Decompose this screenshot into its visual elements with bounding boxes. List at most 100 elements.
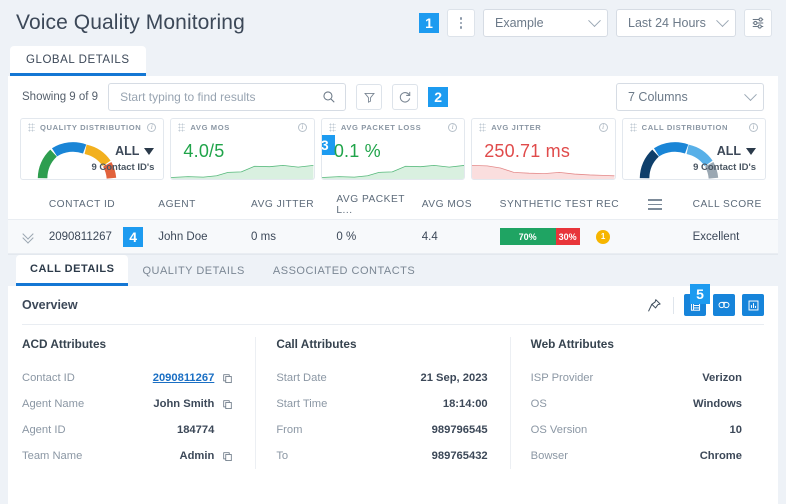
pin-button[interactable] xyxy=(645,296,663,314)
attr-value: Chrome xyxy=(699,450,742,462)
card-title: AVG JITTER xyxy=(491,123,542,132)
card-title: CALL DISTRIBUTION xyxy=(641,123,729,132)
kebab-menu-button[interactable] xyxy=(447,9,475,37)
th-rec[interactable]: REC xyxy=(596,199,648,210)
card-header: AVG PACKET LOSS i xyxy=(322,119,464,136)
audio-button[interactable] xyxy=(713,294,735,316)
example-select[interactable]: Example xyxy=(483,9,608,37)
triangle-down-icon xyxy=(746,147,757,155)
attr-value: 184774 xyxy=(176,424,215,436)
info-icon[interactable]: i xyxy=(749,123,759,132)
attr-key: OS xyxy=(530,398,547,410)
copy-icon[interactable] xyxy=(222,399,233,410)
th-contact-id[interactable]: CONTACT ID xyxy=(49,199,158,210)
card-call-distribution[interactable]: CALL DISTRIBUTION i ALL 9 Contact ID's xyxy=(621,118,767,180)
web-attributes-heading: Web Attributes xyxy=(530,337,614,351)
quality-scope-label: ALL xyxy=(115,144,140,158)
avg-mos-sparkline xyxy=(171,165,314,179)
drag-grip-icon[interactable] xyxy=(28,123,35,132)
th-call-score[interactable]: CALL SCORE xyxy=(693,199,778,210)
attr-value-contact-id[interactable]: 2090811267 xyxy=(153,372,215,384)
th-agent[interactable]: AGENT xyxy=(158,199,251,210)
synthetic-test-bar: 70% 30% xyxy=(499,228,580,245)
cell-avg-jitter: 0 ms xyxy=(251,230,276,243)
chart-button[interactable] xyxy=(742,294,764,316)
call-scope-dropdown[interactable]: ALL xyxy=(693,144,757,158)
th-avg-mos[interactable]: AVG MOS xyxy=(422,199,500,210)
th-avg-jitter[interactable]: AVG JITTER xyxy=(251,199,336,210)
attr-key: Agent ID xyxy=(22,424,66,436)
drag-grip-icon[interactable] xyxy=(328,123,336,132)
annotation-marker-2: 2 xyxy=(428,87,449,107)
card-body: ALL 9 Contact ID's xyxy=(21,136,163,179)
info-icon[interactable]: i xyxy=(297,123,307,132)
chart-icon xyxy=(748,300,758,310)
attribute-row: OS Version 10 xyxy=(531,417,742,443)
settings-button[interactable] xyxy=(744,9,772,37)
contact-id-value: 2090811267 xyxy=(48,230,112,243)
table-row[interactable]: 2090811267 4 John Doe 0 ms 0 % 4.4 70% 3… xyxy=(8,220,778,254)
cell-rec: 1 xyxy=(596,229,648,244)
time-range-value: Last 24 Hours xyxy=(628,16,706,30)
attribute-row: From 989796545 xyxy=(276,417,487,443)
filter-button[interactable] xyxy=(356,84,383,110)
info-icon[interactable]: i xyxy=(598,123,608,132)
search-input[interactable] xyxy=(120,90,323,104)
tab-quality-details[interactable]: QUALITY DETAILS xyxy=(128,255,258,286)
card-quality-distribution[interactable]: QUALITY DISTRIBUTION i ALL 9 Contact ID'… xyxy=(20,118,165,180)
results-table: CONTACT ID AGENT AVG JITTER AVG PACKET L… xyxy=(8,190,778,254)
attr-value: Admin xyxy=(179,450,215,462)
card-avg-packet-loss[interactable]: 3 AVG PACKET LOSS i 0.1 % xyxy=(320,118,466,180)
attribute-row: Bowser Chrome xyxy=(531,443,742,469)
info-icon[interactable]: i xyxy=(448,123,458,132)
th-synthetic-test[interactable]: SYNTHETIC TEST xyxy=(500,199,596,210)
time-range-select[interactable]: Last 24 Hours xyxy=(616,9,736,37)
attr-key: Start Date xyxy=(276,372,327,384)
th-avg-packet-loss[interactable]: AVG PACKET L... xyxy=(336,194,421,216)
attr-key: To xyxy=(276,450,289,462)
overview-title: Overview xyxy=(22,298,78,312)
card-header: CALL DISTRIBUTION i xyxy=(623,119,765,136)
attr-value: 989765432 xyxy=(431,450,488,462)
quality-distribution-summary: ALL 9 Contact ID's xyxy=(91,144,155,173)
example-select-value: Example xyxy=(495,16,544,30)
action-divider xyxy=(673,296,674,314)
row-expand-button[interactable] xyxy=(8,231,49,242)
filter-bar: Showing 9 of 9 2 7 xyxy=(8,76,778,118)
attr-key: From xyxy=(276,424,303,436)
refresh-button[interactable] xyxy=(392,84,419,110)
quality-scope-dropdown[interactable]: ALL xyxy=(91,144,155,158)
card-body: 4.0/5 xyxy=(171,136,314,179)
attr-value: John Smith xyxy=(153,398,215,410)
tab-call-details[interactable]: CALL DETAILS xyxy=(16,255,129,286)
th-column-menu[interactable] xyxy=(648,199,693,210)
card-avg-jitter[interactable]: AVG JITTER i 250.71 ms xyxy=(471,118,616,180)
attr-value: 18:14:00 xyxy=(442,398,488,410)
attribute-row: Agent ID 184774 xyxy=(22,417,233,443)
call-scope-label: ALL xyxy=(716,144,742,158)
hamburger-icon xyxy=(648,199,693,210)
drag-grip-icon[interactable] xyxy=(479,123,487,132)
search-box[interactable] xyxy=(108,83,347,111)
drag-grip-icon[interactable] xyxy=(629,123,637,132)
annotation-marker-1: 1 xyxy=(419,13,439,33)
tab-global-details[interactable]: GLOBAL DETAILS xyxy=(10,46,146,76)
annotation-marker-4: 4 xyxy=(123,226,144,247)
info-icon[interactable]: i xyxy=(147,123,157,132)
drag-grip-icon[interactable] xyxy=(178,123,186,132)
attr-key: Start Time xyxy=(276,398,328,410)
refresh-icon xyxy=(399,91,411,103)
kebab-menu-icon xyxy=(459,17,463,29)
columns-select[interactable]: 7 Columns xyxy=(616,83,764,111)
card-body: ALL 9 Contact ID's xyxy=(623,136,765,179)
search-icon xyxy=(323,91,335,103)
acd-attributes-heading: ACD Attributes xyxy=(22,337,107,351)
tab-associated-contacts[interactable]: ASSOCIATED CONTACTS xyxy=(259,255,429,286)
rec-badge[interactable]: 1 xyxy=(596,229,611,244)
copy-icon[interactable] xyxy=(222,373,233,384)
card-title: AVG MOS xyxy=(190,123,230,132)
attribute-row: OS Windows xyxy=(531,391,742,417)
copy-icon[interactable] xyxy=(222,451,233,462)
funnel-icon xyxy=(363,92,375,103)
card-avg-mos[interactable]: AVG MOS i 4.0/5 xyxy=(170,118,315,180)
